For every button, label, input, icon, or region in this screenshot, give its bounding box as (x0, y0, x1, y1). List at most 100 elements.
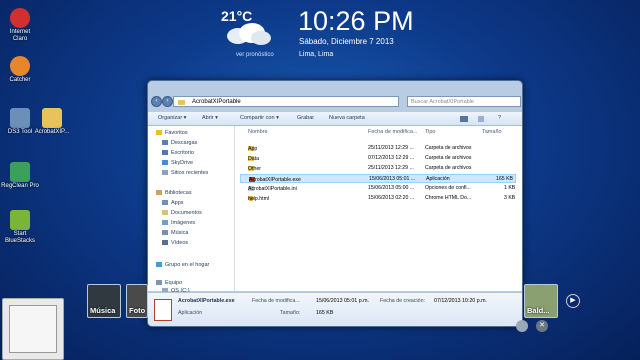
search-input[interactable]: Buscar AcrobatXIPortable (407, 96, 521, 107)
file-row[interactable]: Data 07/12/2013 12:29 ... Carpeta de arc… (240, 154, 516, 163)
file-date: 25/11/2013 12:29 ... (368, 165, 414, 171)
media-tile-bald[interactable]: Bald... (524, 284, 558, 318)
desktop-icon-internet-claro[interactable]: Internet Claro (0, 8, 40, 43)
media-tile-photo[interactable]: Foto (126, 284, 148, 318)
desktop-icon-bluestacks[interactable]: Start BlueStacks (0, 210, 40, 245)
command-bar: Organizar ▾ Abrir ▾ Compartir con ▾ Grab… (148, 112, 522, 126)
forward-button[interactable]: › (162, 96, 173, 107)
desktop-icon-regclean-pro[interactable]: RegClean Pro (0, 162, 40, 190)
column-header-name[interactable]: Nombre (248, 129, 268, 135)
nav-label: Documentos (171, 210, 202, 216)
clock-location: Lima, Lima (299, 51, 334, 58)
open-button[interactable]: Abrir ▾ (202, 112, 218, 125)
nav-favorites[interactable]: Favoritos (156, 130, 188, 136)
file-name: Other (248, 166, 261, 172)
nav-item-descargas[interactable]: Descargas (162, 140, 197, 146)
desktop-icon-label: Start BlueStacks (4, 231, 35, 244)
media-tile-label: Foto (129, 306, 146, 315)
file-row[interactable]: AcrobatXIPortable.ini 15/06/2013 05:00 .… (240, 184, 516, 193)
file-date: 15/06/2013 02:20 ... (368, 195, 415, 201)
burn-button[interactable]: Grabar (297, 112, 314, 125)
column-header-type[interactable]: Tipo (425, 129, 436, 135)
media-tile-music[interactable]: Música (87, 284, 121, 318)
nav-label: Música (171, 230, 189, 236)
library-icon (156, 190, 162, 196)
details-modified-label: Fecha de modifica... (252, 298, 300, 304)
nav-label: Apps (171, 200, 184, 206)
nav-bibliotecas[interactable]: Bibliotecas (156, 190, 192, 196)
desktop-icon-catcher[interactable]: Catcher (0, 56, 40, 84)
column-header-size[interactable]: Tamaño (482, 129, 502, 135)
media-tile-label: Música (90, 306, 116, 315)
nav-label: Favoritos (165, 130, 188, 136)
file-date: 15/06/2013 05:00 ... (368, 185, 415, 191)
nav-homegroup[interactable]: Grupo en el hogar (156, 262, 209, 268)
clock-date: Sábado, Diciembre 7 2013 (299, 37, 394, 46)
desktop-icon (162, 150, 168, 156)
clock-time: 10:26 PM (298, 6, 414, 36)
file-date: 07/12/2013 12:29 ... (368, 155, 415, 161)
homegroup-icon (156, 262, 162, 268)
navigation-pane: Favoritos Descargas Escritorio SkyDrive … (148, 126, 235, 294)
file-name: help.html (248, 196, 270, 202)
nav-item-documentos[interactable]: Documentos (162, 210, 202, 216)
details-size-value: 165 KB (316, 310, 334, 316)
preview-pane-icon[interactable] (478, 116, 484, 122)
play-next-icon[interactable]: ▶ (566, 294, 580, 308)
file-type: Opciones de confi... (425, 185, 471, 191)
file-row-selected[interactable]: AcrobatXIPortable.exe 15/06/2013 05:01 .… (240, 174, 516, 183)
gadget-panel[interactable] (2, 298, 64, 360)
cloud-icon (162, 160, 168, 166)
column-header-date[interactable]: Fecha de modifica... (368, 129, 418, 135)
back-button[interactable]: ‹ (151, 96, 162, 107)
file-type: Carpeta de archivos (425, 155, 472, 161)
nav-item-videos[interactable]: Vídeos (162, 240, 188, 246)
nav-item-escritorio[interactable]: Escritorio (162, 150, 194, 156)
view-options-icon[interactable] (460, 116, 468, 122)
share-button[interactable]: Compartir con ▾ (240, 112, 279, 125)
nav-item-musica[interactable]: Música (162, 230, 188, 236)
regclean-icon (10, 162, 30, 182)
file-row[interactable]: help.html 15/06/2013 02:20 ... Chrome HT… (240, 194, 516, 203)
details-filename: AcrobatXIPortable.exe (178, 298, 235, 304)
nav-label: Vídeos (171, 240, 189, 246)
gadget-thumbnail (9, 305, 57, 353)
gear-icon[interactable] (516, 320, 528, 332)
file-name: AcrobatXIPortable.exe (249, 177, 301, 183)
details-kind: Aplicación (178, 310, 203, 316)
nav-label: Escritorio (171, 150, 194, 156)
weather-forecast-link[interactable]: ver pronóstico (236, 52, 274, 58)
bluestacks-icon (10, 210, 30, 230)
file-type: Chrome HTML Do... (425, 195, 472, 201)
file-type: Carpeta de archivos (425, 165, 472, 171)
help-icon[interactable]: ? (498, 112, 501, 125)
nav-label: Imágenes (171, 220, 196, 226)
nav-item-sitios-recientes[interactable]: Sitios recientes (162, 170, 208, 176)
details-size-label: Tamaño: (280, 310, 301, 316)
explorer-window: ‹ › AcrobatXIPortable Buscar AcrobatXIPo… (147, 80, 523, 327)
ds3-tool-icon (10, 108, 30, 128)
file-date: 25/11/2013 12:29 ... (368, 145, 414, 151)
nav-item-skydrive[interactable]: SkyDrive (162, 160, 193, 166)
nav-label: Bibliotecas (165, 190, 192, 196)
nav-item-imagenes[interactable]: Imágenes (162, 220, 195, 226)
organize-button[interactable]: Organizar ▾ (158, 112, 186, 125)
nav-label: Descargas (171, 140, 198, 146)
new-folder-button[interactable]: Nueva carpeta (329, 112, 365, 125)
desktop-icon-label: RegClean Pro (1, 183, 39, 189)
nav-equipo[interactable]: Equipo (156, 280, 182, 286)
internet-claro-icon (10, 8, 30, 28)
catcher-icon (10, 56, 30, 76)
documents-icon (162, 210, 168, 216)
file-row[interactable]: App 25/11/2013 12:29 ... Carpeta de arch… (240, 144, 516, 153)
details-modified-value: 15/06/2013 05:01 p.m. (316, 298, 370, 304)
desktop-icon-acrobat-folder[interactable]: AcrobatXIP... (32, 108, 72, 136)
apps-icon (162, 200, 168, 206)
cloud-weather-icon (227, 23, 271, 45)
file-size: 1 KB (504, 185, 516, 191)
address-bar[interactable]: AcrobatXIPortable (173, 96, 399, 107)
nav-item-apps[interactable]: Apps (162, 200, 184, 206)
close-icon[interactable]: ✕ (536, 320, 548, 332)
file-row[interactable]: Other 25/11/2013 12:29 ... Carpeta de ar… (240, 164, 516, 173)
music-icon (162, 230, 168, 236)
